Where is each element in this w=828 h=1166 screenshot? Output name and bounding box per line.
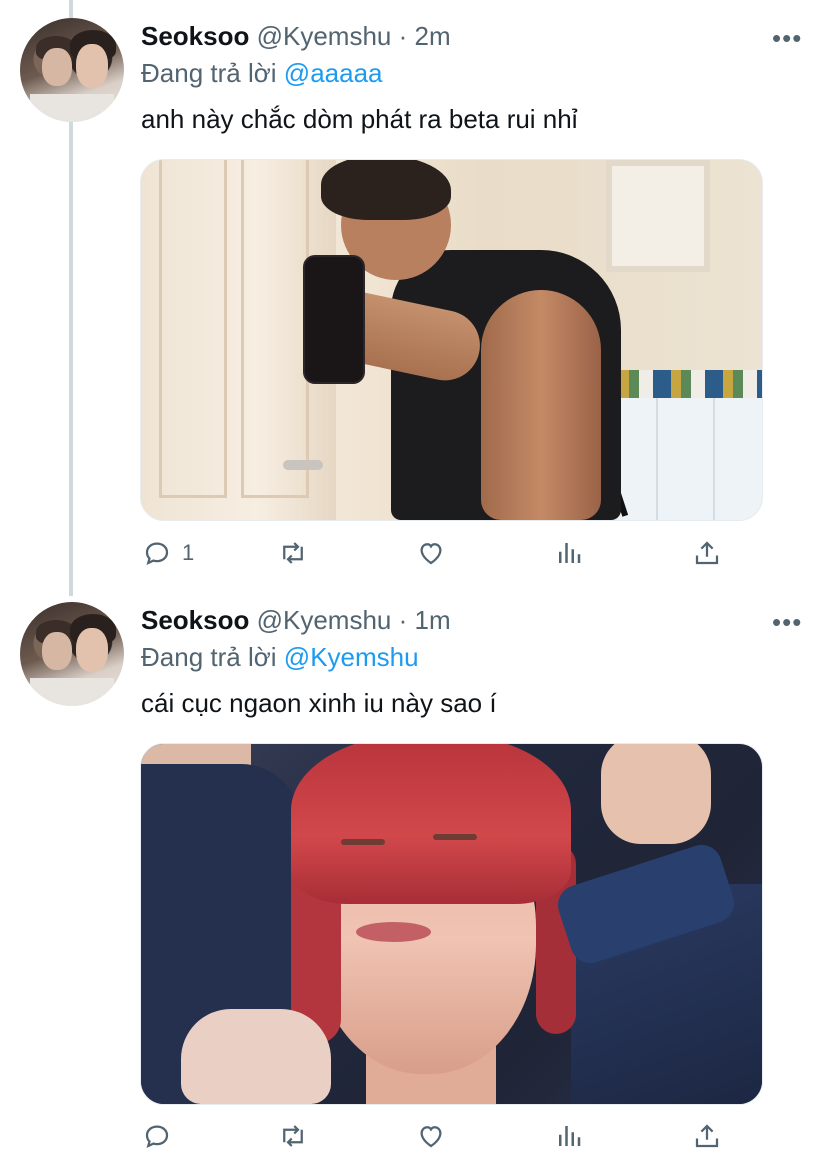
replying-to-label: Đang trả lời [141,58,277,88]
tweet-header: Seoksoo @Kyemshu · 1m [141,604,451,636]
separator-dot: · [398,605,408,635]
display-name[interactable]: Seoksoo [141,21,249,51]
reply-count: 1 [182,540,195,565]
like-button[interactable] [416,1116,446,1156]
heart-icon [420,1126,442,1148]
avatar[interactable] [20,18,124,122]
analytics-button[interactable] [554,533,584,573]
retweet-icon [283,1125,303,1147]
analytics-icon [559,543,581,563]
timestamp[interactable]: 1m [415,605,451,635]
retweet-icon [283,542,303,564]
display-name[interactable]: Seoksoo [141,605,249,635]
analytics-icon [559,1126,581,1146]
tweet-actions: 1 [140,533,740,573]
avatar[interactable] [20,602,124,706]
user-handle[interactable]: @Kyemshu [257,605,392,635]
share-button[interactable] [692,1116,722,1156]
replying-to: Đang trả lời @aaaaa [141,57,383,89]
share-icon [695,1124,719,1148]
share-icon [695,541,719,565]
mention-link[interactable]: @Kyemshu [284,642,419,672]
tweet-header: Seoksoo @Kyemshu · 2m [141,20,451,52]
retweet-button[interactable] [278,533,308,573]
like-button[interactable] [416,533,446,573]
share-button[interactable] [692,533,722,573]
reply-button[interactable] [142,1116,182,1156]
user-handle[interactable]: @Kyemshu [257,21,392,51]
reply-button[interactable]: 1 [142,533,194,573]
more-options-icon[interactable]: ••• [772,609,802,635]
mention-link[interactable]: @aaaaa [284,58,383,88]
tweet-text: cái cục ngaon xinh iu này sao í [141,688,497,718]
tweet-text: anh này chắc dòm phát ra beta rui nhỉ [141,104,578,134]
replying-to-label: Đang trả lời [141,642,277,672]
replying-to: Đang trả lời @Kyemshu [141,641,419,673]
more-options-icon[interactable]: ••• [772,25,802,51]
tweet[interactable]: Seoksoo @Kyemshu · 1m ••• Đang trả lời @… [0,596,828,1166]
tweet[interactable]: Seoksoo @Kyemshu · 2m ••• Đang trả lời @… [0,0,828,596]
retweet-button[interactable] [278,1116,308,1156]
heart-icon [420,543,442,565]
analytics-button[interactable] [554,1116,584,1156]
reply-icon [145,1125,169,1149]
timestamp[interactable]: 2m [415,21,451,51]
tweet-photo[interactable] [140,743,763,1105]
tweet-actions [140,1116,740,1156]
reply-icon [145,542,169,566]
separator-dot: · [398,21,408,51]
tweet-photo[interactable] [140,159,763,521]
